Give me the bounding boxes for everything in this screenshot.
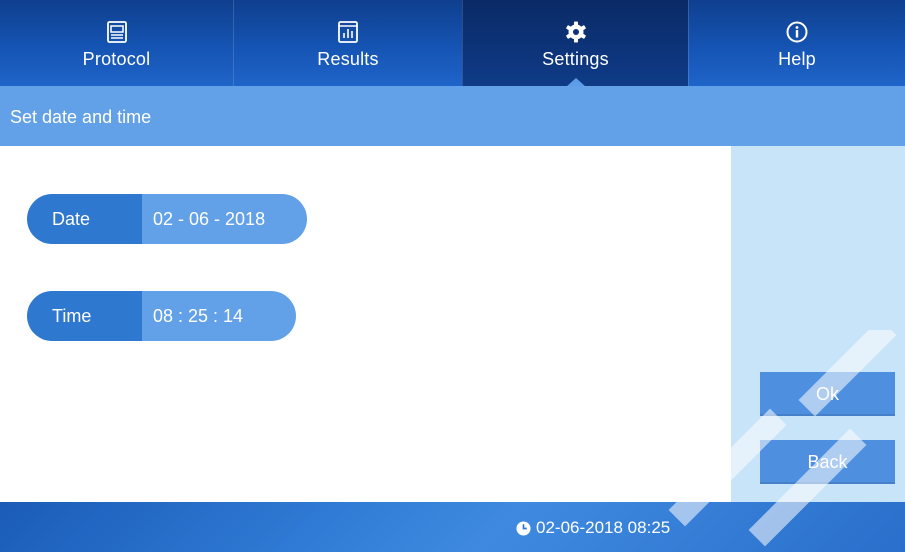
tab-help-label: Help <box>778 49 816 69</box>
time-field[interactable]: Time 08 : 25 : 14 <box>27 291 296 341</box>
date-label: Date <box>27 194 142 244</box>
status-datetime: 02-06-2018 08:25 <box>516 518 670 538</box>
results-chart-icon <box>338 21 358 43</box>
tab-settings[interactable]: Settings <box>462 0 688 87</box>
tab-results-label: Results <box>317 49 379 69</box>
info-icon <box>786 21 808 43</box>
back-button[interactable]: Back <box>760 440 895 484</box>
time-label: Time <box>27 291 142 341</box>
tab-protocol-label: Protocol <box>82 49 151 69</box>
page-title: Set date and time <box>10 107 152 127</box>
tab-results[interactable]: Results <box>233 0 462 86</box>
status-datetime-text: 02-06-2018 08:25 <box>536 518 671 537</box>
tab-protocol[interactable]: Protocol <box>0 0 233 86</box>
tab-settings-label: Settings <box>542 49 609 69</box>
time-value[interactable]: 08 : 25 : 14 <box>142 291 296 341</box>
date-field[interactable]: Date 02 - 06 - 2018 <box>27 194 307 244</box>
top-navigation: Protocol Results Settings Help <box>0 0 905 87</box>
gear-icon <box>565 21 586 43</box>
clock-icon <box>516 520 531 536</box>
tab-help[interactable]: Help <box>688 0 905 86</box>
status-bar: 02-06-2018 08:25 <box>0 502 905 552</box>
ok-button[interactable]: Ok <box>760 372 895 416</box>
date-value[interactable]: 02 - 06 - 2018 <box>142 194 307 244</box>
protocol-icon <box>106 21 127 43</box>
page-header: Set date and time <box>0 86 905 146</box>
